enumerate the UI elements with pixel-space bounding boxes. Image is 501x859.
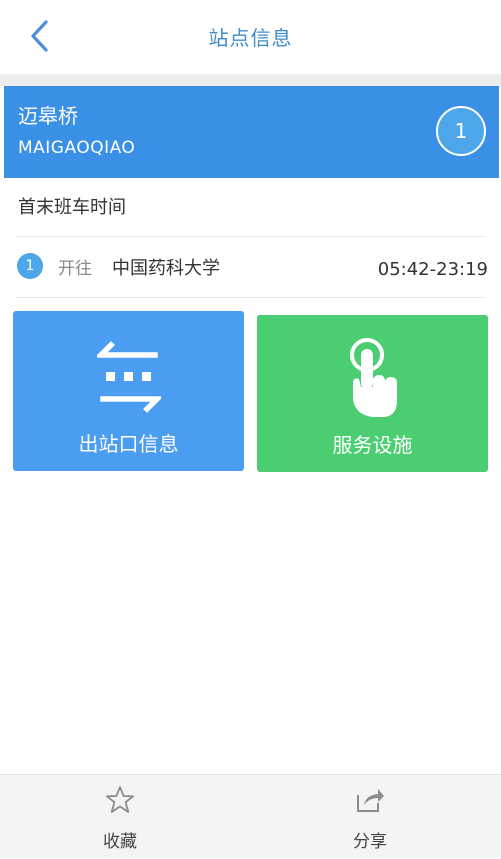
header-separator — [0, 74, 501, 86]
line-badge: 1 — [436, 106, 486, 156]
tap-hand-icon — [349, 338, 397, 417]
line-number-badge: 1 — [17, 253, 43, 279]
direction-label: 开往 — [58, 259, 92, 279]
star-outline-icon — [106, 786, 134, 813]
bottom-tab-bar: 收藏 分享 — [0, 774, 501, 858]
favorite-button[interactable]: 收藏 — [60, 775, 180, 859]
service-facilities-tile[interactable]: 服务设施 — [257, 315, 488, 472]
station-header: 迈皋桥 MAIGAOQIAO 1 — [4, 86, 499, 178]
schedule-row: 1 开往 中国药科大学 05:42-23:19 — [0, 240, 501, 296]
share-label: 分享 — [353, 832, 387, 852]
station-name: 迈皋桥 — [18, 104, 78, 128]
service-facilities-label: 服务设施 — [332, 433, 413, 457]
schedule-section-title: 首末班车时间 — [18, 197, 126, 218]
exit-info-label: 出站口信息 — [78, 432, 179, 456]
divider — [15, 236, 486, 237]
exit-info-tile[interactable]: 出站口信息 — [13, 311, 244, 471]
nav-bar: 站点信息 — [0, 0, 501, 74]
divider — [15, 297, 486, 298]
favorite-label: 收藏 — [103, 832, 137, 852]
destination-name: 中国药科大学 — [112, 258, 220, 279]
service-hours: 05:42-23:19 — [377, 259, 488, 280]
share-button[interactable]: 分享 — [310, 775, 430, 859]
page-title: 站点信息 — [208, 26, 293, 50]
share-icon — [357, 789, 384, 812]
station-pinyin: MAIGAOQIAO — [18, 138, 136, 158]
exit-arrows-icon — [96, 341, 161, 413]
